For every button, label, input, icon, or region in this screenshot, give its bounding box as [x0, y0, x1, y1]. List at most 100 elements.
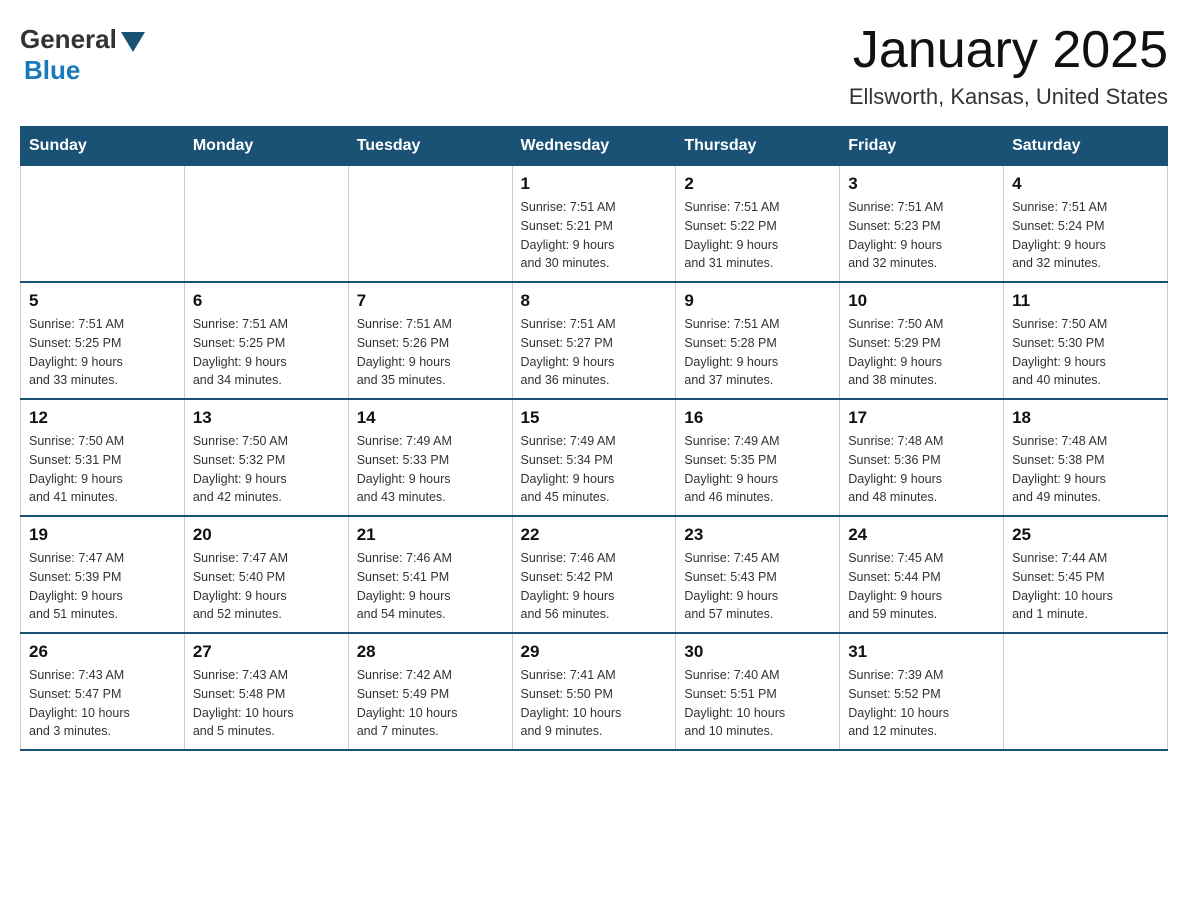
day-cell: 17Sunrise: 7:48 AMSunset: 5:36 PMDayligh…: [840, 399, 1004, 516]
day-number: 25: [1012, 525, 1159, 545]
calendar-subtitle: Ellsworth, Kansas, United States: [849, 84, 1168, 110]
day-info: Sunrise: 7:51 AMSunset: 5:21 PMDaylight:…: [521, 198, 668, 273]
day-cell: 10 Sunrise: 7:50 AMSunset: 5:29 PMDayligh…: [840, 282, 1004, 399]
title-area: January 2025 Ellsworth, Kansas, United S…: [849, 20, 1168, 110]
day-info: Sunrise: 7:39 AMSunset: 5:52 PMDaylight:…: [848, 666, 995, 741]
header-cell-thursday: Thursday: [676, 127, 840, 166]
day-number: 16: [684, 408, 831, 428]
calendar-body: 1 Sunrise: 7:51 AMSunset: 5:21 PMDaylight…: [21, 166, 1168, 751]
day-info: Sunrise: 7:51 AMSunset: 5:28 PMDaylight:…: [684, 315, 831, 390]
day-number: 2: [684, 174, 831, 194]
day-info: Sunrise: 7:51 AMSunset: 5:22 PMDaylight:…: [684, 198, 831, 273]
day-info: Sunrise: 7:45 AMSunset: 5:44 PMDaylight:…: [848, 549, 995, 624]
day-number: 3: [848, 174, 995, 194]
day-info: Sunrise: 7:51 AMSunset: 5:26 PMDaylight:…: [357, 315, 504, 390]
day-cell: 27Sunrise: 7:43 AMSunset: 5:48 PMDayligh…: [184, 633, 348, 750]
day-cell: 1 Sunrise: 7:51 AMSunset: 5:21 PMDaylight…: [512, 166, 676, 283]
day-info: Sunrise: 7:42 AMSunset: 5:49 PMDaylight:…: [357, 666, 504, 741]
week-row-0: 1 Sunrise: 7:51 AMSunset: 5:21 PMDaylight…: [21, 166, 1168, 283]
day-info: Sunrise: 7:44 AMSunset: 5:45 PMDaylight:…: [1012, 549, 1159, 624]
day-number: 22: [521, 525, 668, 545]
day-cell: 5Sunrise: 7:51 AMSunset: 5:25 PMDaylight…: [21, 282, 185, 399]
day-cell: 2 Sunrise: 7:51 AMSunset: 5:22 PMDaylight…: [676, 166, 840, 283]
day-number: 18: [1012, 408, 1159, 428]
day-cell: 13Sunrise: 7:50 AMSunset: 5:32 PMDayligh…: [184, 399, 348, 516]
day-cell: 24Sunrise: 7:45 AMSunset: 5:44 PMDayligh…: [840, 516, 1004, 633]
day-info: Sunrise: 7:41 AMSunset: 5:50 PMDaylight:…: [521, 666, 668, 741]
day-info: Sunrise: 7:49 AMSunset: 5:33 PMDaylight:…: [357, 432, 504, 507]
day-info: Sunrise: 7:46 AMSunset: 5:42 PMDaylight:…: [521, 549, 668, 624]
day-number: 19: [29, 525, 176, 545]
day-info: Sunrise: 7:51 AMSunset: 5:25 PMDaylight:…: [193, 315, 340, 390]
day-info: Sunrise: 7:46 AMSunset: 5:41 PMDaylight:…: [357, 549, 504, 624]
day-number: 11: [1012, 291, 1159, 311]
day-cell: 23 Sunrise: 7:45 AMSunset: 5:43 PMDayligh…: [676, 516, 840, 633]
day-cell: 3 Sunrise: 7:51 AMSunset: 5:23 PMDaylight…: [840, 166, 1004, 283]
header-row: SundayMondayTuesdayWednesdayThursdayFrid…: [21, 127, 1168, 166]
day-cell: 25 Sunrise: 7:44 AMSunset: 5:45 PMDayligh…: [1004, 516, 1168, 633]
day-info: Sunrise: 7:48 AMSunset: 5:38 PMDaylight:…: [1012, 432, 1159, 507]
day-cell: 7 Sunrise: 7:51 AMSunset: 5:26 PMDaylight…: [348, 282, 512, 399]
day-number: 23: [684, 525, 831, 545]
day-number: 28: [357, 642, 504, 662]
calendar-header: SundayMondayTuesdayWednesdayThursdayFrid…: [21, 127, 1168, 166]
day-number: 20: [193, 525, 340, 545]
day-number: 26: [29, 642, 176, 662]
day-cell: 18 Sunrise: 7:48 AMSunset: 5:38 PMDayligh…: [1004, 399, 1168, 516]
day-number: 9: [684, 291, 831, 311]
day-info: Sunrise: 7:47 AMSunset: 5:40 PMDaylight:…: [193, 549, 340, 624]
day-cell: 15 Sunrise: 7:49 AMSunset: 5:34 PMDayligh…: [512, 399, 676, 516]
day-cell: [1004, 633, 1168, 750]
header-cell-sunday: Sunday: [21, 127, 185, 166]
day-cell: 31 Sunrise: 7:39 AMSunset: 5:52 PMDayligh…: [840, 633, 1004, 750]
day-number: 7: [357, 291, 504, 311]
day-info: Sunrise: 7:50 AMSunset: 5:29 PMDaylight:…: [848, 315, 995, 390]
day-cell: 12Sunrise: 7:50 AMSunset: 5:31 PMDayligh…: [21, 399, 185, 516]
day-info: Sunrise: 7:48 AMSunset: 5:36 PMDaylight:…: [848, 432, 995, 507]
calendar-table: SundayMondayTuesdayWednesdayThursdayFrid…: [20, 126, 1168, 751]
day-number: 10: [848, 291, 995, 311]
day-cell: [348, 166, 512, 283]
day-cell: 6 Sunrise: 7:51 AMSunset: 5:25 PMDaylight…: [184, 282, 348, 399]
day-number: 6: [193, 291, 340, 311]
day-number: 14: [357, 408, 504, 428]
day-info: Sunrise: 7:51 AMSunset: 5:27 PMDaylight:…: [521, 315, 668, 390]
day-number: 29: [521, 642, 668, 662]
day-cell: 26Sunrise: 7:43 AMSunset: 5:47 PMDayligh…: [21, 633, 185, 750]
day-cell: [21, 166, 185, 283]
header-cell-saturday: Saturday: [1004, 127, 1168, 166]
day-number: 13: [193, 408, 340, 428]
header: General Blue January 2025 Ellsworth, Kan…: [20, 20, 1168, 110]
day-cell: 29 Sunrise: 7:41 AMSunset: 5:50 PMDayligh…: [512, 633, 676, 750]
day-cell: 4 Sunrise: 7:51 AMSunset: 5:24 PMDaylight…: [1004, 166, 1168, 283]
day-cell: 8 Sunrise: 7:51 AMSunset: 5:27 PMDaylight…: [512, 282, 676, 399]
day-info: Sunrise: 7:51 AMSunset: 5:23 PMDaylight:…: [848, 198, 995, 273]
day-number: 1: [521, 174, 668, 194]
day-number: 31: [848, 642, 995, 662]
day-cell: 14 Sunrise: 7:49 AMSunset: 5:33 PMDayligh…: [348, 399, 512, 516]
day-number: 8: [521, 291, 668, 311]
day-cell: [184, 166, 348, 283]
day-cell: 9 Sunrise: 7:51 AMSunset: 5:28 PMDaylight…: [676, 282, 840, 399]
day-number: 30: [684, 642, 831, 662]
day-number: 5: [29, 291, 176, 311]
logo-triangle-icon: [121, 32, 145, 52]
day-cell: 30 Sunrise: 7:40 AMSunset: 5:51 PMDayligh…: [676, 633, 840, 750]
week-row-3: 19Sunrise: 7:47 AMSunset: 5:39 PMDayligh…: [21, 516, 1168, 633]
day-number: 4: [1012, 174, 1159, 194]
day-cell: 16 Sunrise: 7:49 AMSunset: 5:35 PMDayligh…: [676, 399, 840, 516]
day-number: 21: [357, 525, 504, 545]
day-info: Sunrise: 7:51 AMSunset: 5:24 PMDaylight:…: [1012, 198, 1159, 273]
day-info: Sunrise: 7:45 AMSunset: 5:43 PMDaylight:…: [684, 549, 831, 624]
day-info: Sunrise: 7:49 AMSunset: 5:35 PMDaylight:…: [684, 432, 831, 507]
day-info: Sunrise: 7:50 AMSunset: 5:30 PMDaylight:…: [1012, 315, 1159, 390]
day-info: Sunrise: 7:49 AMSunset: 5:34 PMDaylight:…: [521, 432, 668, 507]
week-row-1: 5 Sunrise: 7:51 AMSunset: 5:25 PMDaylight…: [21, 282, 1168, 399]
day-cell: 11 Sunrise: 7:50 AMSunset: 5:30 PMDayligh…: [1004, 282, 1168, 399]
day-info: Sunrise: 7:40 AMSunset: 5:51 PMDaylight:…: [684, 666, 831, 741]
day-cell: 22 Sunrise: 7:46 AMSunset: 5:42 PMDayligh…: [512, 516, 676, 633]
logo: General Blue: [20, 20, 145, 86]
header-cell-wednesday: Wednesday: [512, 127, 676, 166]
day-number: 15: [521, 408, 668, 428]
header-cell-monday: Monday: [184, 127, 348, 166]
